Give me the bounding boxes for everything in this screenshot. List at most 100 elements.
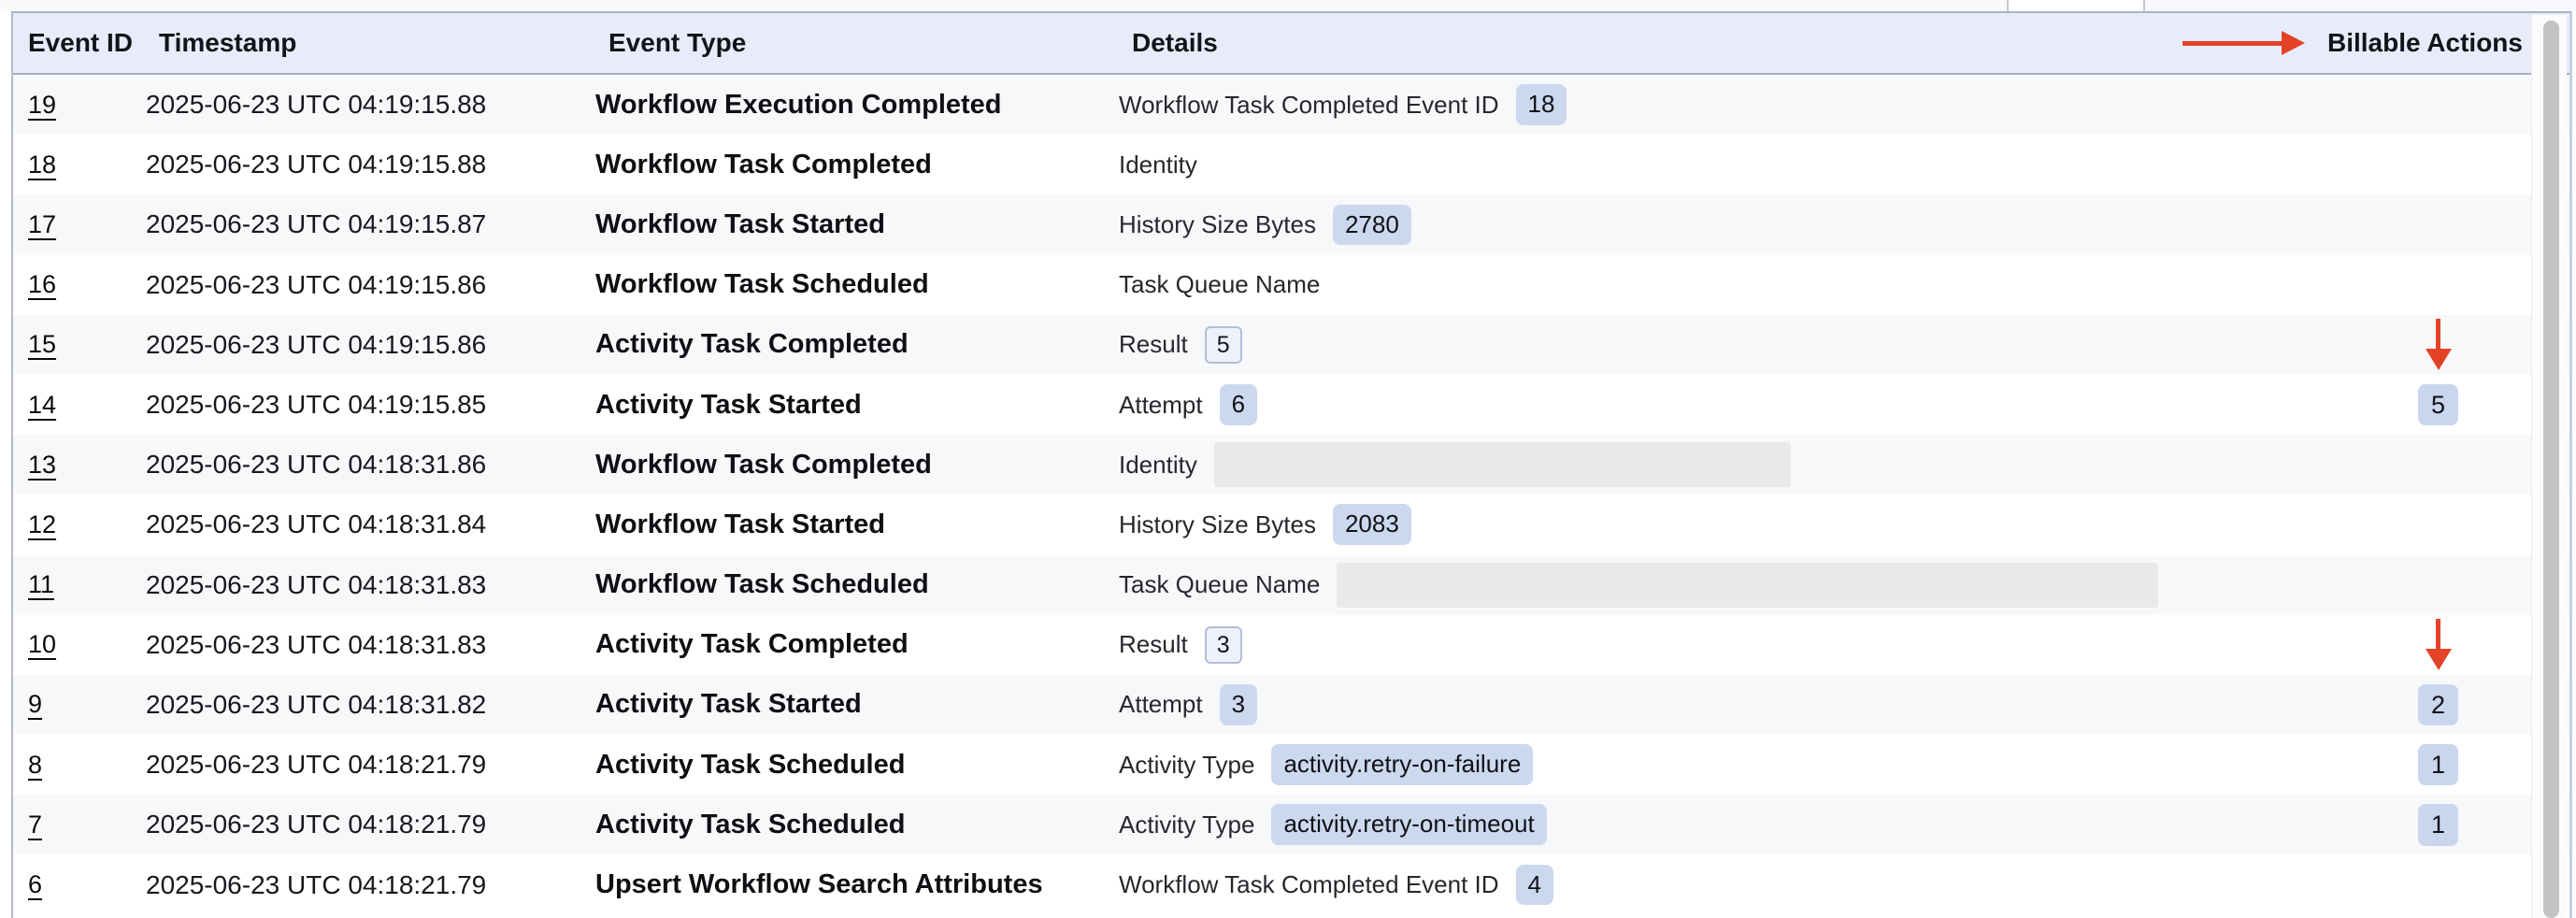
event-id-link[interactable]: 19	[28, 91, 56, 120]
detail-label: History Size Bytes	[1119, 510, 1316, 539]
detail-label: Attempt	[1119, 690, 1203, 719]
event-type: Activity Task Completed	[595, 629, 1119, 660]
event-id-link[interactable]: 17	[28, 210, 56, 239]
table-row[interactable]: 15 2025-06-23 UTC 04:19:15.86Activity Tas…	[13, 315, 2569, 375]
event-id-cell: 9	[13, 690, 146, 719]
event-id-link[interactable]: 15	[28, 330, 56, 359]
event-details: Result3	[1119, 626, 2341, 664]
event-id-cell: 17	[13, 210, 146, 239]
detail-label: History Size Bytes	[1119, 210, 1316, 239]
billable-actions-cell	[2341, 319, 2535, 370]
timestamp: 2025-06-23 UTC 04:18:31.86	[146, 450, 595, 480]
event-type: Workflow Task Completed	[595, 450, 1119, 481]
table-row[interactable]: 92025-06-23 UTC 04:18:31.82Activity Task…	[13, 675, 2569, 735]
detail-label: Activity Type	[1119, 810, 1254, 839]
event-id-cell: 14	[13, 391, 146, 420]
timestamp: 2025-06-23 UTC 04:19:15.88	[146, 150, 595, 179]
event-details: Activity Typeactivity.retry-on-timeout	[1119, 804, 2341, 845]
event-id-cell: 13	[13, 451, 146, 480]
event-type: Workflow Execution Completed	[595, 90, 1119, 121]
event-details: History Size Bytes2780	[1119, 205, 2341, 246]
detail-value-badge: 2083	[1333, 504, 1411, 545]
event-type: Workflow Task Started	[595, 209, 1119, 240]
detail-label: Attempt	[1119, 391, 1203, 420]
table-row[interactable]: 7 2025-06-23 UTC 04:18:21.79Activity Task…	[13, 795, 2569, 854]
event-id-link[interactable]: 14	[28, 391, 56, 420]
table-row[interactable]: 102025-06-23 UTC 04:18:31.83Activity Tas…	[13, 615, 2569, 675]
column-header-event-type: Event Type	[608, 28, 746, 58]
event-id-cell: 18	[13, 151, 146, 179]
detail-value-badge: 6	[1220, 384, 1257, 425]
billable-actions-cell: 5	[2341, 384, 2535, 425]
scrollbar-thumb[interactable]	[2543, 21, 2559, 918]
event-id-link[interactable]: 11	[28, 570, 54, 599]
timestamp: 2025-06-23 UTC 04:19:15.86	[146, 330, 595, 360]
billable-actions-badge: 2	[2418, 684, 2458, 725]
event-id-cell: 16	[13, 270, 146, 299]
detail-label: Result	[1119, 630, 1188, 659]
timestamp: 2025-06-23 UTC 04:18:21.79	[146, 810, 595, 839]
timestamp: 2025-06-23 UTC 04:19:15.87	[146, 209, 595, 239]
detail-label: Task Queue Name	[1119, 570, 1320, 599]
arrow-right-icon	[2182, 31, 2305, 55]
event-id-cell: 8	[13, 751, 146, 780]
redacted-value	[1337, 563, 2158, 608]
detail-value-badge: 18	[1516, 84, 1567, 125]
arrow-down-icon	[2426, 319, 2452, 370]
event-details: Attempt3	[1119, 684, 2341, 725]
timestamp: 2025-06-23 UTC 04:19:15.85	[146, 390, 595, 420]
cropped-toolbar-segment-right	[2145, 0, 2576, 11]
detail-value-badge: 4	[1516, 865, 1553, 906]
event-details: Result5	[1119, 326, 2341, 364]
event-id-link[interactable]: 10	[28, 630, 56, 659]
column-header-timestamp: Timestamp	[159, 28, 296, 58]
table-row[interactable]: 122025-06-23 UTC 04:18:31.84Workflow Tas…	[13, 495, 2569, 554]
table-row[interactable]: 62025-06-23 UTC 04:18:21.79Upsert Workfl…	[13, 854, 2569, 914]
billable-actions-badge: 1	[2418, 744, 2458, 785]
event-id-link[interactable]: 16	[28, 270, 56, 299]
event-id-cell: 15	[13, 330, 146, 359]
event-id-link[interactable]: 18	[28, 151, 56, 179]
event-id-link[interactable]: 8	[28, 751, 42, 780]
billable-actions-label: Billable Actions	[2327, 28, 2523, 58]
event-id-link[interactable]: 6	[28, 870, 42, 899]
event-details: Workflow Task Completed Event ID18	[1119, 84, 2341, 125]
event-type: Activity Task Scheduled	[595, 810, 1119, 840]
event-details: Workflow Task Completed Event ID4	[1119, 865, 2341, 906]
event-id-link[interactable]: 12	[28, 510, 56, 539]
detail-value-badge: 5	[1205, 326, 1242, 364]
event-id-link[interactable]: 7	[28, 810, 42, 839]
table-row[interactable]: 142025-06-23 UTC 04:19:15.85Activity Tas…	[13, 375, 2569, 435]
event-history-table: Event ID Timestamp Event Type Details Bi…	[11, 11, 2572, 918]
event-id-link[interactable]: 13	[28, 451, 56, 480]
timestamp: 2025-06-23 UTC 04:18:31.84	[146, 509, 595, 539]
event-details: Activity Typeactivity.retry-on-failure	[1119, 744, 2341, 785]
event-details: Identity	[1119, 442, 2341, 487]
event-id-link[interactable]: 9	[28, 690, 42, 719]
timestamp: 2025-06-23 UTC 04:18:21.79	[146, 870, 595, 900]
table-row[interactable]: 17 2025-06-23 UTC 04:19:15.87Workflow Tas…	[13, 194, 2569, 254]
event-details: Identity	[1119, 151, 2341, 179]
event-type: Activity Task Completed	[595, 329, 1119, 360]
column-header-billable-actions: Billable Actions	[2182, 13, 2523, 73]
table-row[interactable]: 192025-06-23 UTC 04:19:15.88Workflow Exe…	[13, 75, 2569, 135]
table-row[interactable]: 13 2025-06-23 UTC 04:18:31.86Workflow Tas…	[13, 435, 2569, 495]
event-id-cell: 6	[13, 870, 146, 899]
billable-actions-cell: 2	[2341, 684, 2535, 725]
event-details: Task Queue Name	[1119, 270, 2341, 299]
timestamp: 2025-06-23 UTC 04:18:21.79	[146, 750, 595, 780]
event-details: History Size Bytes 2083	[1119, 504, 2341, 545]
event-id-cell: 11	[13, 570, 146, 599]
table-row[interactable]: 162025-06-23 UTC 04:19:15.86Workflow Tas…	[13, 255, 2569, 315]
table-row[interactable]: 182025-06-23 UTC 04:19:15.88Workflow Tas…	[13, 135, 2569, 194]
event-type: Workflow Task Scheduled	[595, 269, 1119, 300]
table-row[interactable]: 112025-06-23 UTC 04:18:31.83Workflow Tas…	[13, 555, 2569, 615]
table-row[interactable]: 82025-06-23 UTC 04:18:21.79Activity Task…	[13, 735, 2569, 795]
billable-actions-badge: 1	[2418, 804, 2458, 845]
detail-label: Identity	[1119, 451, 1197, 480]
column-header-details: Details	[1132, 28, 1218, 58]
event-id-cell: 12	[13, 510, 146, 539]
billable-actions-cell: 1	[2341, 744, 2535, 785]
vertical-scrollbar[interactable]	[2531, 15, 2567, 918]
billable-actions-cell: 1	[2341, 804, 2535, 845]
